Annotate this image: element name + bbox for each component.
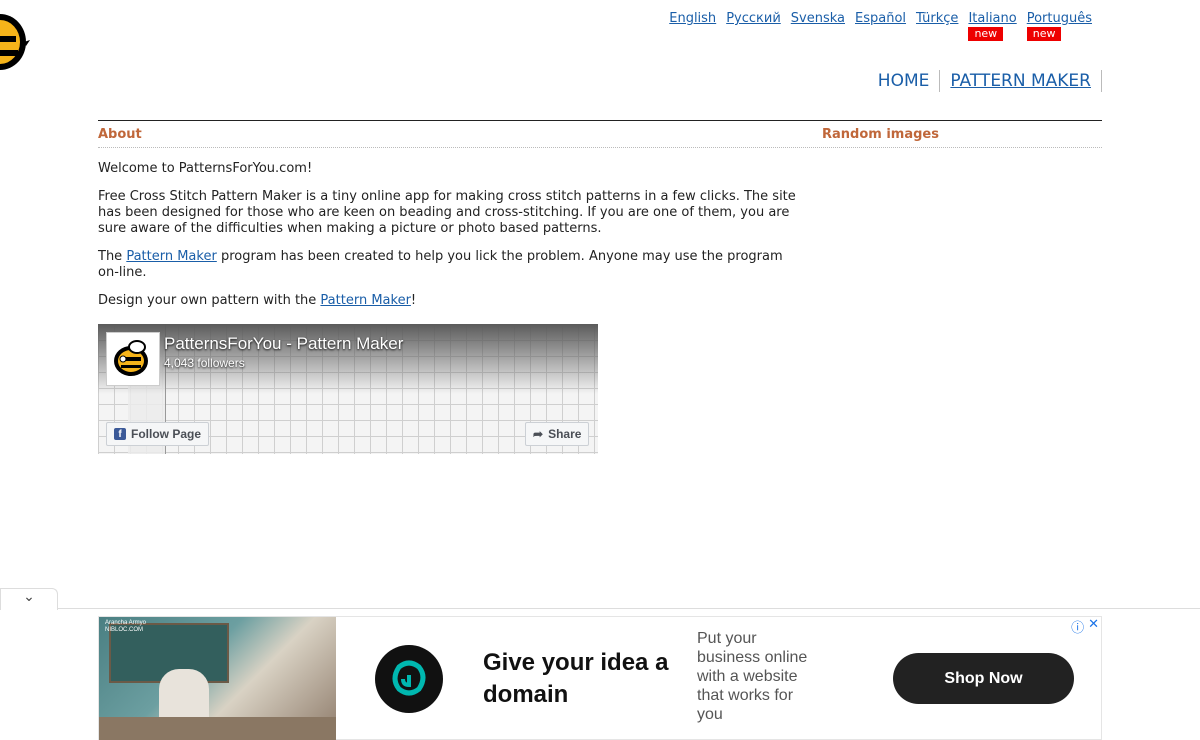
language-item: English: [669, 11, 716, 26]
share-label: Share: [548, 427, 582, 441]
paragraph-design: Design your own pattern with the Pattern…: [98, 293, 804, 309]
about-content: Welcome to PatternsForYou.com! Free Cros…: [98, 161, 804, 321]
share-button[interactable]: ➦ Share: [525, 422, 590, 446]
ad-photo[interactable]: Arancha Armyo NIBLOC.COM: [99, 617, 336, 740]
ad-close-icon[interactable]: ✕: [1088, 617, 1099, 636]
about-heading: About: [98, 127, 142, 142]
share-arrow-icon: ➦: [533, 427, 544, 441]
fb-followers-count: 4,043 followers: [164, 356, 245, 370]
ad-banner[interactable]: Arancha Armyo NIBLOC.COM Give your idea a…: [98, 616, 1102, 740]
new-badge: new: [968, 27, 1004, 41]
intro-text: Free Cross Stitch Pattern Maker is a tin…: [98, 189, 796, 236]
language-item: Türkçe: [916, 11, 958, 26]
language-item: Português new: [1026, 11, 1092, 41]
ad-photo-caption: Arancha Armyo NIBLOC.COM: [105, 620, 146, 634]
main-nav: HOME PATTERN MAKER: [868, 70, 1102, 92]
ad-collapse-button[interactable]: ⌄: [0, 588, 58, 610]
ad-photo-caption-line: Arancha Armyo: [105, 620, 147, 626]
nav-pattern-maker-link[interactable]: PATTERN MAKER: [940, 70, 1102, 92]
ad-photo-desk: [99, 717, 336, 740]
new-badge: new: [1026, 27, 1062, 41]
header-divider: [98, 120, 1102, 121]
language-link[interactable]: Русский: [726, 11, 781, 26]
godaddy-mark-icon: [392, 660, 426, 696]
language-item: Русский: [726, 11, 781, 26]
follow-page-button[interactable]: f Follow Page: [106, 422, 210, 446]
design-pattern-maker-link[interactable]: Pattern Maker: [320, 293, 411, 308]
p3-text-after: !: [410, 293, 417, 308]
language-link[interactable]: Türkçe: [916, 11, 958, 26]
pattern-maker-link[interactable]: Pattern Maker: [126, 249, 217, 264]
chevron-down-icon: ⌄: [23, 589, 35, 605]
random-images-heading: Random images: [822, 127, 939, 142]
language-bar: English Русский Svenska Español Türkçe Italia…: [669, 11, 1092, 41]
bee-logo-icon: [0, 14, 30, 70]
ad-photo-caption-line: NIBLOC.COM: [105, 627, 144, 633]
language-link[interactable]: Italiano: [968, 11, 1016, 26]
welcome-text: Welcome to PatternsForYou.com!: [98, 161, 313, 176]
language-item: Español: [855, 11, 906, 26]
language-link[interactable]: Português: [1027, 11, 1092, 26]
p2-text-before: The: [98, 249, 127, 264]
ad-info-icon[interactable]: ⓘ: [1071, 617, 1084, 636]
paragraph-pattern-maker: The Pattern Maker program has been creat…: [98, 249, 804, 281]
site-logo[interactable]: [0, 6, 30, 72]
language-link[interactable]: English: [669, 11, 716, 26]
nav-home-link[interactable]: HOME: [868, 70, 941, 92]
language-item: Italiano new: [968, 11, 1017, 41]
ad-divider: [0, 608, 1200, 609]
p3-text-before: Design your own pattern with the: [98, 293, 321, 308]
ad-body-text: Put your business online with a website …: [697, 630, 808, 723]
facebook-page-widget[interactable]: PatternsForYou - Pattern Maker 4,043 fol…: [98, 324, 598, 454]
facebook-icon: f: [114, 428, 126, 440]
heading-divider: [98, 147, 1102, 148]
language-link[interactable]: Svenska: [791, 11, 845, 26]
ad-headline[interactable]: Give your idea a domain: [483, 647, 683, 711]
godaddy-logo-icon[interactable]: [375, 645, 443, 713]
page-avatar[interactable]: [106, 332, 160, 386]
follow-page-label: Follow Page: [131, 427, 202, 441]
bee-logo-icon: [114, 340, 148, 376]
language-link[interactable]: Español: [855, 11, 906, 26]
ad-choices: ⓘ ✕: [1071, 617, 1099, 636]
shop-now-button[interactable]: Shop Now: [893, 653, 1074, 704]
fb-page-name[interactable]: PatternsForYou - Pattern Maker: [164, 334, 403, 354]
language-item: Svenska: [791, 11, 845, 26]
